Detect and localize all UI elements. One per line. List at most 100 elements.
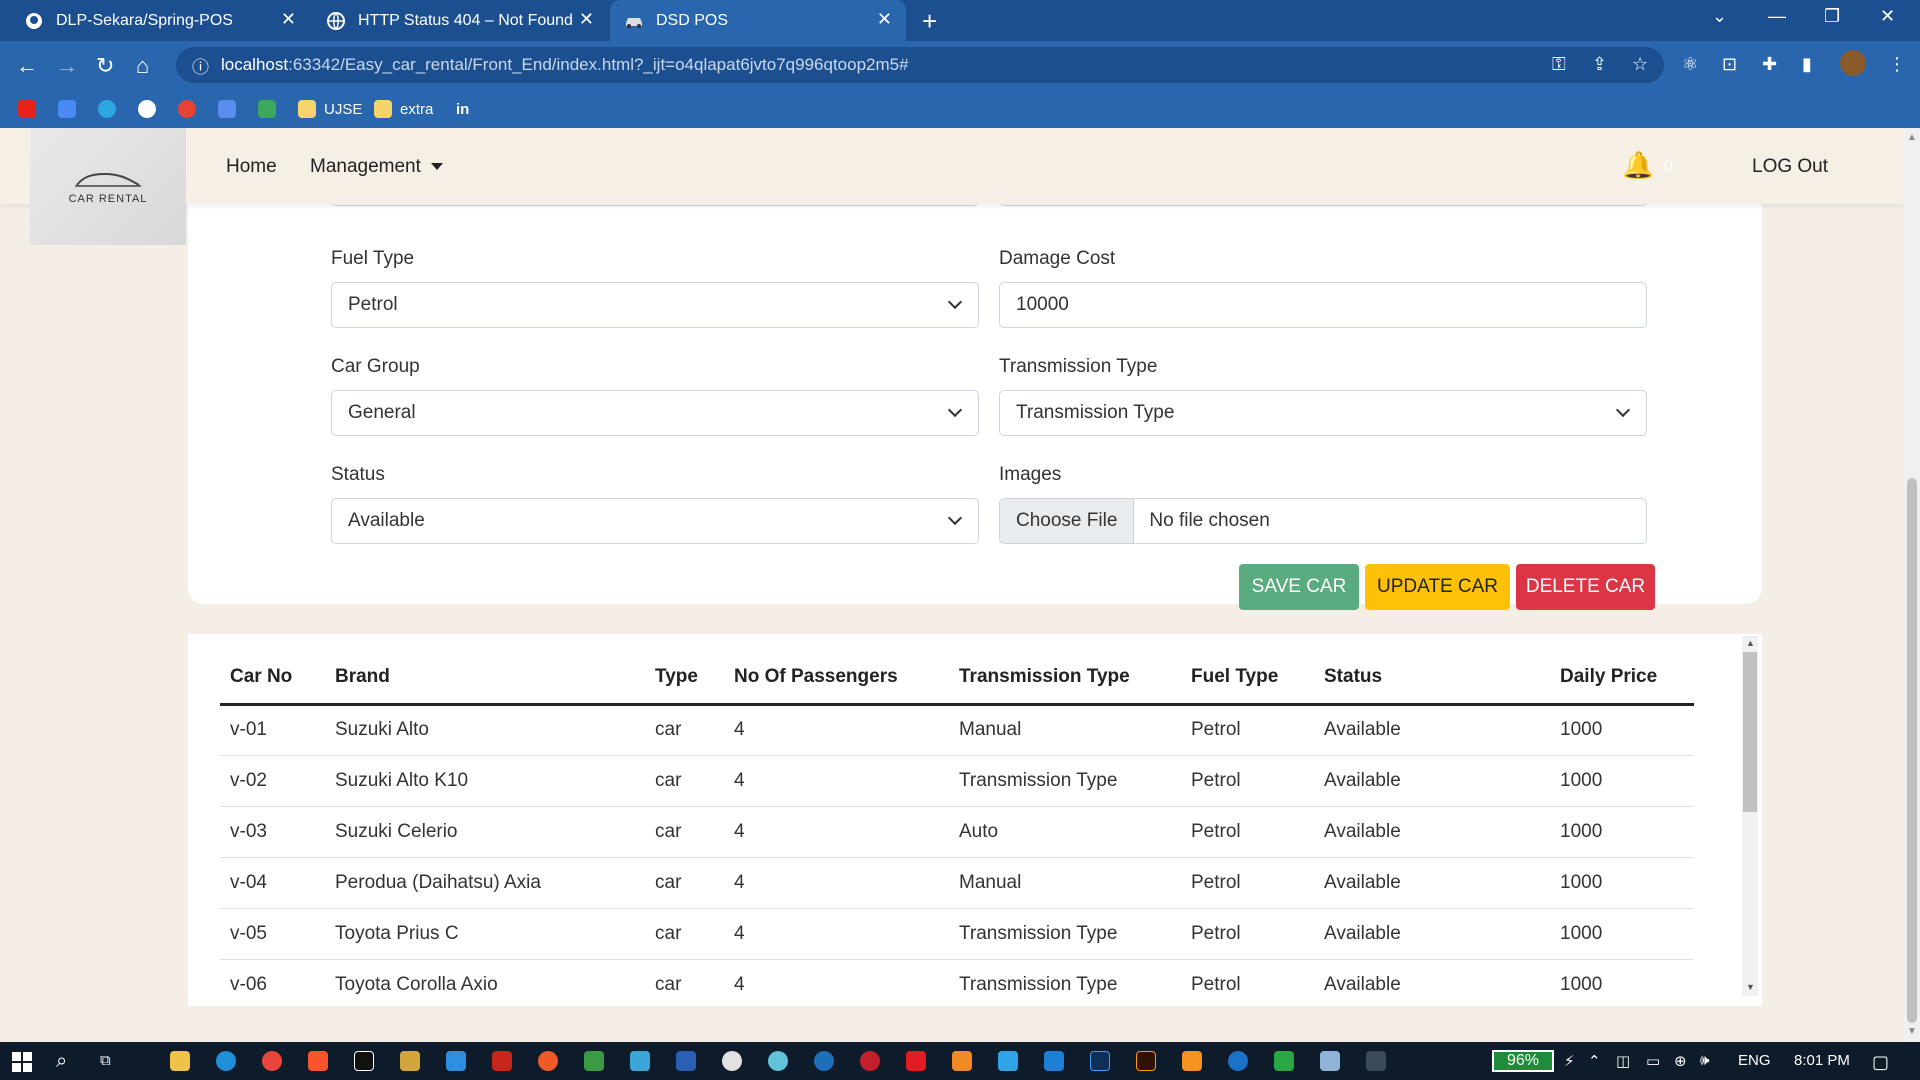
- clock[interactable]: 8:01 PM: [1794, 1052, 1850, 1069]
- scroll-down-icon[interactable]: ▼: [1907, 1026, 1917, 1037]
- globe-icon[interactable]: ⊕: [1674, 1052, 1687, 1070]
- back-icon[interactable]: ←: [16, 53, 38, 79]
- side-panel-icon[interactable]: ▮: [1802, 54, 1812, 75]
- edge-icon[interactable]: [216, 1051, 236, 1071]
- volume-icon[interactable]: 🕪: [1700, 1052, 1709, 1069]
- task-view-icon[interactable]: ⧉: [100, 1052, 111, 1069]
- browser-tab[interactable]: DLP-Sekara/Spring-POS ✕: [10, 0, 310, 41]
- table-scrollbar[interactable]: ▲ ▼: [1742, 636, 1758, 996]
- alert-icon[interactable]: [178, 98, 204, 120]
- scroll-up-icon[interactable]: ▲: [1746, 638, 1755, 648]
- filezilla-icon[interactable]: [492, 1051, 512, 1071]
- chart-icon[interactable]: [258, 98, 284, 120]
- home-icon[interactable]: ⌂: [136, 53, 149, 79]
- extension-icon[interactable]: ⊡: [1722, 54, 1737, 75]
- slack-icon[interactable]: [722, 1051, 742, 1071]
- forward-icon[interactable]: →: [56, 53, 78, 79]
- table-row[interactable]: v-01 Suzuki Alto car 4 Manual Petrol Ava…: [220, 704, 1694, 756]
- browser-tab[interactable]: HTTP Status 404 – Not Found ✕: [312, 0, 608, 41]
- photoshop-icon[interactable]: [1090, 1051, 1110, 1071]
- share-icon[interactable]: ⇪: [1592, 54, 1607, 75]
- app-icon[interactable]: [768, 1051, 788, 1071]
- save-car-button[interactable]: SAVE CAR: [1239, 564, 1359, 610]
- table-scroll-thumb[interactable]: [1743, 652, 1757, 812]
- battery-indicator[interactable]: 96%: [1492, 1050, 1554, 1072]
- menu-dots-icon[interactable]: ⋮: [1888, 54, 1906, 75]
- car-group-select[interactable]: General: [331, 390, 979, 436]
- bookmark-folder-extra[interactable]: extra: [374, 98, 433, 120]
- linkedin-icon[interactable]: in: [456, 98, 469, 120]
- app-icon[interactable]: [906, 1051, 926, 1071]
- app-icon[interactable]: [1274, 1051, 1294, 1071]
- logout-link[interactable]: LOG Out: [1752, 156, 1828, 178]
- app-icon[interactable]: [1182, 1051, 1202, 1071]
- close-tab-icon[interactable]: ✕: [877, 9, 892, 30]
- tab-search-icon[interactable]: ⌄: [1712, 6, 1727, 27]
- close-tab-icon[interactable]: ✕: [281, 9, 296, 30]
- delete-car-button[interactable]: DELETE CAR: [1516, 564, 1655, 610]
- chevron-up-icon[interactable]: ⌃: [1588, 1052, 1601, 1070]
- bookmark-folder-ujse[interactable]: UJSE: [298, 98, 362, 120]
- youtube-icon[interactable]: [18, 98, 44, 120]
- contacts-icon[interactable]: [218, 98, 244, 120]
- windows-start-icon[interactable]: [12, 1052, 32, 1072]
- close-window-icon[interactable]: ✕: [1880, 6, 1895, 27]
- battery-icon[interactable]: ▭: [1646, 1052, 1660, 1070]
- key-icon[interactable]: ⚿: [1552, 54, 1566, 75]
- reload-icon[interactable]: ↻: [96, 53, 114, 79]
- transmission-type-select[interactable]: Transmission Type: [999, 390, 1647, 436]
- bookmark-star-icon[interactable]: ☆: [1632, 54, 1648, 75]
- page-scrollbar[interactable]: ▲ ▼: [1904, 128, 1920, 1042]
- app-icon[interactable]: [1228, 1051, 1248, 1071]
- search-icon[interactable]: ⌕: [56, 1050, 67, 1073]
- car-rental-logo[interactable]: CAR RENTAL: [30, 128, 186, 245]
- illustrator-icon[interactable]: [1136, 1051, 1156, 1071]
- puzzle-icon[interactable]: ✚: [1762, 54, 1777, 75]
- intellij-icon[interactable]: [354, 1051, 374, 1071]
- language-indicator[interactable]: ENG: [1738, 1052, 1771, 1069]
- app-icon[interactable]: [400, 1051, 420, 1071]
- fuel-type-select[interactable]: Petrol: [331, 282, 979, 328]
- notifications-icon[interactable]: ▢: [1872, 1052, 1889, 1073]
- close-tab-icon[interactable]: ✕: [579, 9, 594, 30]
- vscode-icon[interactable]: [446, 1051, 466, 1071]
- nav-home-link[interactable]: Home: [226, 156, 277, 178]
- notification-bell-icon[interactable]: 🔔: [1622, 150, 1654, 181]
- info-icon[interactable]: ⓘ: [192, 53, 209, 78]
- app-icon[interactable]: [1366, 1051, 1386, 1071]
- update-car-button[interactable]: UPDATE CAR: [1365, 564, 1510, 610]
- browser-tab-active[interactable]: DSD POS ✕: [610, 0, 906, 41]
- app-icon[interactable]: [630, 1051, 650, 1071]
- table-row[interactable]: v-03 Suzuki Celerio car 4 Auto Petrol Av…: [220, 806, 1694, 858]
- scroll-up-icon[interactable]: ▲: [1907, 132, 1917, 143]
- vlc-icon[interactable]: [952, 1051, 972, 1071]
- images-file-input[interactable]: Choose File No file chosen: [999, 498, 1647, 544]
- status-select[interactable]: Available: [331, 498, 979, 544]
- app-icon[interactable]: [860, 1051, 880, 1071]
- app-icon[interactable]: [998, 1051, 1018, 1071]
- telegram-icon[interactable]: [98, 98, 124, 120]
- table-row[interactable]: v-05 Toyota Prius C car 4 Transmission T…: [220, 908, 1694, 960]
- scroll-down-icon[interactable]: ▼: [1746, 982, 1755, 992]
- postman-icon[interactable]: [538, 1051, 558, 1071]
- new-tab-icon[interactable]: +: [922, 6, 937, 37]
- nav-management-dropdown[interactable]: Management: [310, 156, 443, 178]
- word-icon[interactable]: [676, 1051, 696, 1071]
- chrome-icon[interactable]: [262, 1051, 282, 1071]
- choose-file-button[interactable]: Choose File: [1000, 499, 1135, 543]
- mail-icon[interactable]: [1044, 1051, 1064, 1071]
- github-bookmark-icon[interactable]: [138, 98, 164, 120]
- restore-icon[interactable]: ❐: [1824, 6, 1840, 27]
- network-icon[interactable]: ◫: [1616, 1052, 1630, 1070]
- table-row[interactable]: v-06 Toyota Corolla Axio car 4 Transmiss…: [220, 959, 1694, 1006]
- brave-icon[interactable]: [308, 1051, 328, 1071]
- table-row[interactable]: v-04 Perodua (Daihatsu) Axia car 4 Manua…: [220, 857, 1694, 909]
- address-bar[interactable]: ⓘ localhost :63342/Easy_car_rental/Front…: [176, 47, 1664, 83]
- translate-icon[interactable]: [58, 98, 84, 120]
- profile-avatar[interactable]: [1840, 50, 1866, 76]
- page-scroll-thumb[interactable]: [1907, 478, 1917, 1023]
- file-explorer-icon[interactable]: [170, 1051, 190, 1071]
- react-extension-icon[interactable]: ⚛: [1682, 54, 1698, 75]
- table-row[interactable]: v-02 Suzuki Alto K10 car 4 Transmission …: [220, 755, 1694, 807]
- node-icon[interactable]: [584, 1051, 604, 1071]
